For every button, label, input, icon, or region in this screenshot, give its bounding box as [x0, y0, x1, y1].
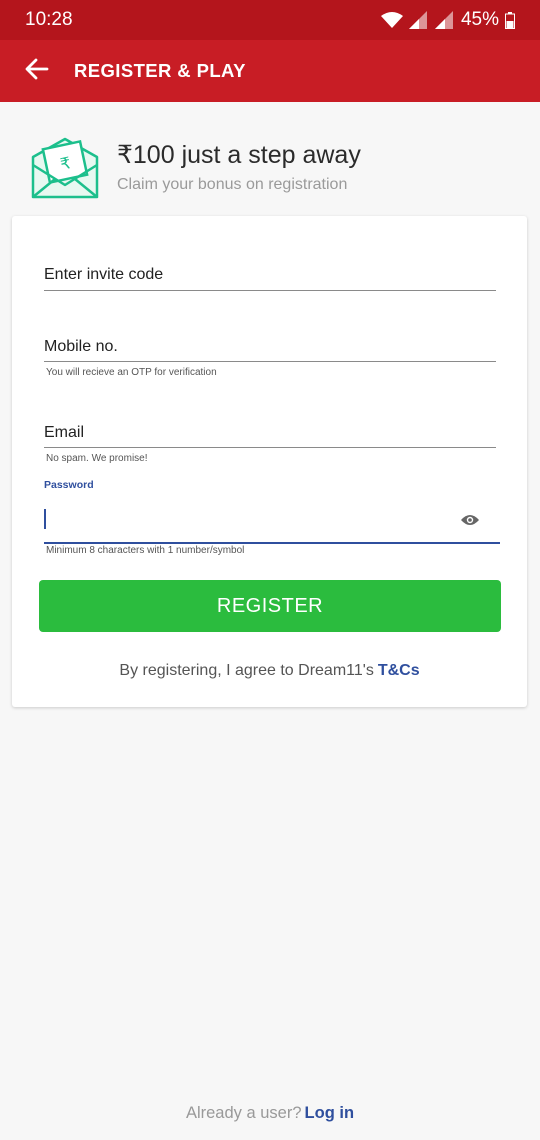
back-arrow-icon [25, 58, 49, 85]
back-button[interactable] [0, 40, 74, 102]
terms-text: By registering, I agree to Dream11's T&Cs [12, 662, 527, 680]
login-prompt-text: Already a user? [185, 1104, 302, 1122]
page-title: REGISTER & PLAY [74, 60, 246, 81]
mobile-helper-text: You will recieve an OTP for verification [46, 367, 217, 378]
invite-code-underline [44, 290, 496, 291]
registration-card: Enter invite code Mobile no. You will re… [12, 216, 527, 707]
status-icons: 45% [380, 9, 515, 31]
status-time: 10:28 [25, 9, 73, 30]
email-helper-text: No spam. We promise! [46, 453, 148, 464]
wifi-icon [380, 11, 403, 29]
mobile-label: Mobile no. [44, 338, 118, 355]
app-bar: REGISTER & PLAY [0, 40, 540, 102]
promo-subtitle: Claim your bonus on registration [117, 176, 348, 193]
promo-title: ₹100 just a step away [117, 141, 361, 169]
password-label: Password [44, 479, 94, 491]
status-bar: 10:28 45% [0, 0, 540, 40]
eye-icon[interactable] [460, 513, 480, 532]
email-label: Email [44, 424, 85, 441]
rupee-envelope-icon: ₹ [31, 135, 99, 206]
password-input[interactable] [44, 498, 500, 544]
terms-link[interactable]: T&Cs [378, 662, 420, 679]
battery-icon [505, 11, 515, 29]
register-button[interactable]: REGISTER [39, 580, 501, 632]
battery-percent: 45% [460, 9, 499, 30]
login-link[interactable]: Log in [305, 1104, 354, 1122]
password-helper-text: Minimum 8 characters with 1 number/symbo… [46, 545, 245, 556]
terms-label: By registering, I agree to Dream11's [119, 662, 374, 679]
login-prompt: Already a user? Log in [0, 1104, 540, 1123]
signal-icon [434, 11, 455, 29]
text-cursor [44, 509, 46, 529]
signal-icon [408, 11, 429, 29]
mobile-underline [44, 361, 496, 362]
invite-code-label: Enter invite code [44, 266, 164, 283]
email-underline [44, 447, 496, 448]
